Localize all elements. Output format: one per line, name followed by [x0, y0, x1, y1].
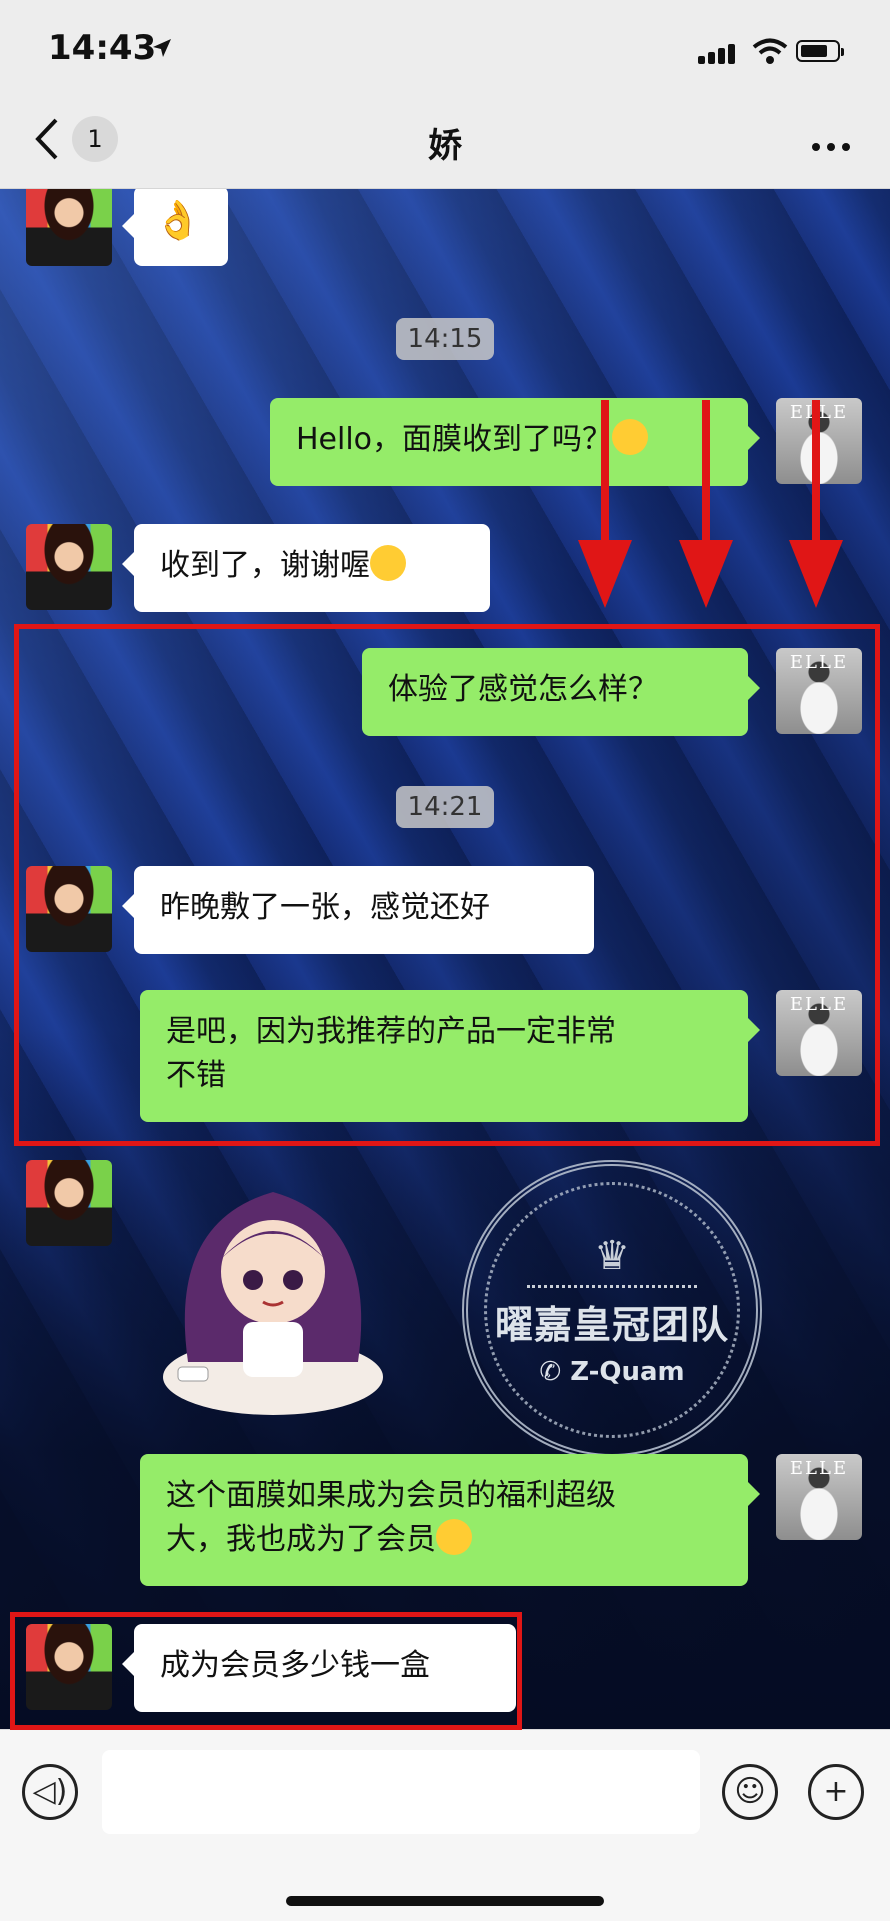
blush-emoji-icon [436, 1519, 472, 1555]
wifi-icon [752, 38, 788, 64]
input-bar: ◁) ☺ + [0, 1729, 890, 1921]
message-input[interactable] [102, 1750, 700, 1834]
message-bubble-outgoing[interactable]: 这个面膜如果成为会员的福利超级 大，我也成为了会员 [140, 1454, 760, 1586]
message-text: 收到了，谢谢喔 [160, 548, 370, 583]
avatar-mark: ELLE [789, 1458, 849, 1479]
message-bubble-incoming[interactable]: 收到了，谢谢喔 [122, 524, 490, 612]
my-avatar[interactable]: ELLE [776, 1454, 862, 1540]
status-time: 14:43 [48, 28, 157, 68]
girl-sticker-icon[interactable] [158, 1162, 388, 1422]
team-watermark-logo: ♛ 曜嘉皇冠团队 ✆ Z-Quam [462, 1160, 762, 1460]
voice-input-icon[interactable]: ◁) [22, 1764, 78, 1820]
battery-icon [796, 40, 844, 62]
red-arrows-icon [578, 400, 843, 608]
highlight-box [10, 1612, 522, 1730]
highlight-box [14, 624, 880, 1146]
timestamp: 14:15 [0, 318, 890, 360]
add-attachment-icon[interactable]: + [808, 1764, 864, 1820]
contact-avatar[interactable] [26, 1160, 112, 1246]
cellular-signal-icon [698, 44, 738, 64]
contact-avatar[interactable] [26, 180, 112, 266]
contact-avatar[interactable] [26, 524, 112, 610]
top-bar: 14:43 1 娇 [0, 0, 890, 189]
home-indicator [286, 1896, 604, 1906]
smile-emoji-icon [370, 545, 406, 581]
emoji-picker-icon[interactable]: ☺ [722, 1764, 778, 1820]
location-arrow-icon [153, 39, 171, 57]
message-text: Hello，面膜收到了吗？ [296, 422, 613, 457]
message-bubble-incoming[interactable]: 👌 [122, 186, 228, 266]
message-text: 这个面膜如果成为会员的福利超级 大，我也成为了会员 [166, 1478, 616, 1557]
chat-title: 娇 [428, 126, 462, 166]
more-options-icon[interactable] [805, 136, 850, 155]
